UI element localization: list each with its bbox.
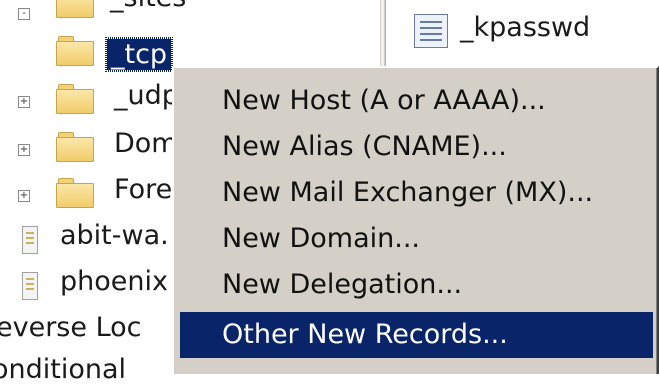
record-list-icon	[408, 14, 452, 48]
tree-item-label[interactable]: phoenix	[60, 266, 168, 297]
menu-item-new-mail-exchanger[interactable]: New Mail Exchanger (MX)...	[180, 170, 653, 216]
expand-toggle[interactable]: +	[18, 144, 30, 156]
menu-item-new-alias[interactable]: New Alias (CNAME)...	[180, 124, 653, 170]
record-icon	[22, 226, 38, 254]
record-icon	[22, 272, 38, 300]
folder-icon	[56, 132, 94, 162]
folder-icon	[56, 84, 94, 114]
tree-item-label[interactable]: onditional	[0, 354, 126, 385]
collapse-toggle[interactable]: -	[18, 8, 30, 20]
menu-item-new-host[interactable]: New Host (A or AAAA)...	[180, 78, 653, 124]
expand-toggle[interactable]: +	[18, 190, 30, 202]
tree-item-tcp[interactable]: _tcp	[104, 37, 174, 72]
tree-item-label[interactable]: everse Loc	[0, 312, 142, 343]
menu-item-new-domain[interactable]: New Domain...	[180, 216, 653, 262]
folder-icon	[56, 36, 94, 66]
tree-item-label[interactable]: _udp	[114, 80, 179, 111]
menu-item-other-new-records[interactable]: Other New Records...	[180, 312, 653, 358]
tree-item-label[interactable]: abit-wa.	[60, 220, 169, 251]
context-menu: New Host (A or AAAA)... New Alias (CNAME…	[172, 66, 659, 374]
expand-toggle[interactable]: +	[18, 96, 30, 108]
menu-item-new-delegation[interactable]: New Delegation...	[180, 262, 653, 308]
tree-item-label[interactable]: Fore	[114, 174, 172, 205]
tree-item-label[interactable]: _sites	[110, 0, 186, 13]
folder-icon	[56, 0, 94, 18]
record-item-kpasswd[interactable]: _kpasswd	[460, 12, 590, 43]
folder-icon	[56, 178, 94, 208]
tree-item-label[interactable]: Dom	[114, 128, 178, 159]
